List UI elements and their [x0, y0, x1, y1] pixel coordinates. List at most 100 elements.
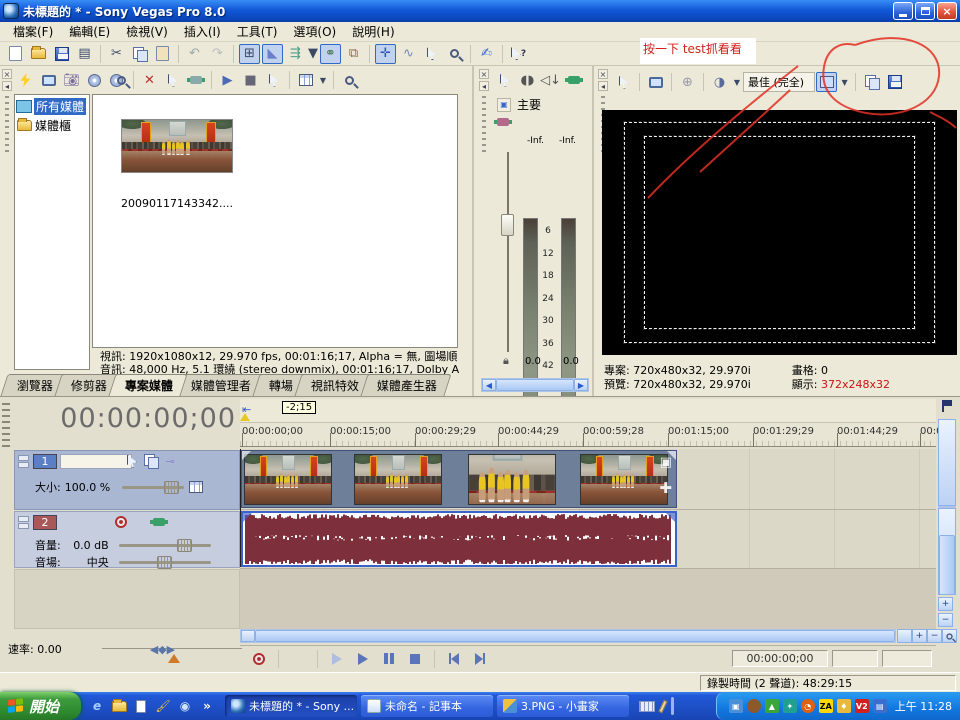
slider-handle[interactable]: [157, 556, 172, 569]
folder-icon[interactable]: [111, 698, 127, 714]
tray-icon-5[interactable]: ◔: [801, 699, 815, 713]
bus-solo-icon[interactable]: [561, 114, 577, 130]
ignore-grouping-icon[interactable]: [343, 44, 364, 64]
play-from-start-button[interactable]: [326, 649, 348, 669]
video-output-fx-icon[interactable]: ⊕: [677, 72, 698, 92]
solo-icon[interactable]: [219, 514, 235, 530]
get-media-web-icon[interactable]: [107, 70, 128, 90]
menu-options[interactable]: 選項(O): [286, 21, 343, 42]
scroll-up-icon[interactable]: [938, 419, 956, 506]
overlay-grid-icon[interactable]: [816, 72, 837, 92]
new-project-icon[interactable]: [5, 44, 26, 64]
copy-snapshot-icon[interactable]: [861, 72, 882, 92]
close-pane-icon[interactable]: ×: [598, 69, 608, 79]
toolbar-handle[interactable]: [671, 697, 674, 715]
normal-edit-tool-icon[interactable]: ✛: [375, 44, 396, 64]
zoom-tool-icon[interactable]: [942, 629, 957, 643]
zoom-in-time-icon[interactable]: +: [912, 629, 927, 643]
close-pane-icon[interactable]: ×: [479, 69, 489, 79]
menu-tools[interactable]: 工具(T): [230, 21, 285, 42]
media-clip-name[interactable]: 20090117143342....: [101, 197, 253, 210]
selection-edit-tool-icon[interactable]: [421, 44, 442, 64]
track-motion-icon[interactable]: [124, 453, 140, 469]
overlay-grid-dropdown-icon[interactable]: [839, 72, 850, 92]
save-icon[interactable]: [51, 44, 72, 64]
cut-icon[interactable]: [106, 44, 127, 64]
video-preview-display[interactable]: 進寶招財: [602, 110, 957, 355]
undock-pane-icon[interactable]: ◂: [2, 81, 12, 91]
composite-mode-icon[interactable]: [188, 479, 204, 495]
track-name-field[interactable]: [60, 454, 132, 469]
zonealarm-tray-icon[interactable]: ZA: [819, 699, 833, 713]
scroll-left-icon[interactable]: [241, 630, 255, 642]
capture-video-icon[interactable]: 📷︎: [61, 70, 82, 90]
go-to-end-button[interactable]: [469, 649, 491, 669]
notepad-icon[interactable]: [133, 698, 149, 714]
undock-pane-icon[interactable]: ◂: [598, 81, 608, 91]
task-paint[interactable]: 3.PNG - 小畫家: [497, 695, 629, 717]
scroll-thumb[interactable]: [255, 630, 895, 642]
tab-media-manager[interactable]: 媒體管理者: [174, 374, 265, 396]
composite-level-slider[interactable]: [122, 486, 184, 489]
open-icon[interactable]: [28, 44, 49, 64]
mixer-properties-icon[interactable]: [494, 70, 515, 90]
enable-snapping-icon[interactable]: [239, 44, 260, 64]
transport-timecode[interactable]: 00:00:00;00: [732, 650, 828, 667]
keyboard-icon[interactable]: [639, 701, 655, 712]
split-screen-icon[interactable]: ◑: [709, 72, 730, 92]
scroll-left-icon[interactable]: ◀: [482, 379, 496, 391]
close-pane-icon[interactable]: ×: [2, 69, 12, 79]
tree-item-all-media[interactable]: 所有媒體: [15, 97, 89, 116]
minimize-button[interactable]: [893, 2, 913, 20]
auto-ripple-icon[interactable]: ⇶: [285, 44, 306, 64]
tab-media-generators[interactable]: 媒體產生器: [361, 374, 452, 396]
make-parent-icon[interactable]: [228, 479, 244, 495]
play-button[interactable]: [352, 649, 374, 669]
preview-properties-icon[interactable]: [613, 72, 634, 92]
interactive-tutorials-icon[interactable]: ✍: [476, 44, 497, 64]
timeline-grip[interactable]: [2, 403, 10, 451]
insert-fx-icon[interactable]: [563, 70, 584, 90]
menu-edit[interactable]: 編輯(E): [62, 21, 117, 42]
slider-handle[interactable]: [177, 539, 192, 552]
copy-icon[interactable]: [129, 44, 150, 64]
automation-settings-icon[interactable]: [181, 453, 197, 469]
zoom-edit-tool-icon[interactable]: [444, 44, 465, 64]
properties-icon[interactable]: [74, 44, 95, 64]
fade-in-handle[interactable]: [242, 451, 251, 460]
stop-button[interactable]: [404, 649, 426, 669]
whats-this-help-icon[interactable]: ?: [508, 44, 529, 64]
menu-help[interactable]: 說明(H): [345, 21, 401, 42]
media-properties-icon[interactable]: [162, 70, 183, 90]
restore-button[interactable]: [915, 2, 935, 20]
audio-event-clip[interactable]: [241, 511, 677, 567]
views-dropdown-icon[interactable]: [318, 70, 328, 90]
language-bar[interactable]: [631, 697, 682, 715]
network-tray-icon[interactable]: ▣: [729, 699, 743, 713]
scroll-right-icon[interactable]: [897, 629, 912, 643]
fade-in-handle[interactable]: [243, 513, 252, 522]
preview-quality-dropdown[interactable]: 最佳 (完全): [743, 72, 815, 92]
go-to-start-button[interactable]: [443, 649, 465, 669]
start-button[interactable]: 開始: [0, 692, 81, 720]
scroll-thumb[interactable]: [496, 379, 574, 391]
quick-launch-overflow-icon[interactable]: »: [199, 698, 215, 714]
loop-playback-button[interactable]: [287, 649, 309, 669]
undock-pane-icon[interactable]: ◂: [479, 81, 489, 91]
track-minimize-buttons[interactable]: [18, 455, 29, 468]
edit-cursor[interactable]: [240, 449, 241, 567]
zoom-in-track-height-icon[interactable]: +: [938, 597, 953, 611]
pan-slider[interactable]: [119, 561, 211, 564]
import-media-icon[interactable]: [38, 70, 59, 90]
ie-icon[interactable]: e: [89, 698, 105, 714]
mute-icon[interactable]: [200, 453, 216, 469]
zoom-out-time-icon[interactable]: −: [927, 629, 942, 643]
rate-marker[interactable]: [168, 654, 180, 663]
save-snapshot-icon[interactable]: [884, 72, 905, 92]
insert-bus-icon[interactable]: ◖◗: [517, 70, 538, 90]
selection-start-box[interactable]: [832, 650, 878, 667]
media-fx-icon[interactable]: [185, 70, 206, 90]
title-bar[interactable]: 未標題的 * - Sony Vegas Pro 8.0 ×: [0, 0, 960, 22]
bus-fx-icon[interactable]: [495, 114, 511, 130]
rate-scrubber[interactable]: ◀◆▶: [102, 642, 242, 656]
